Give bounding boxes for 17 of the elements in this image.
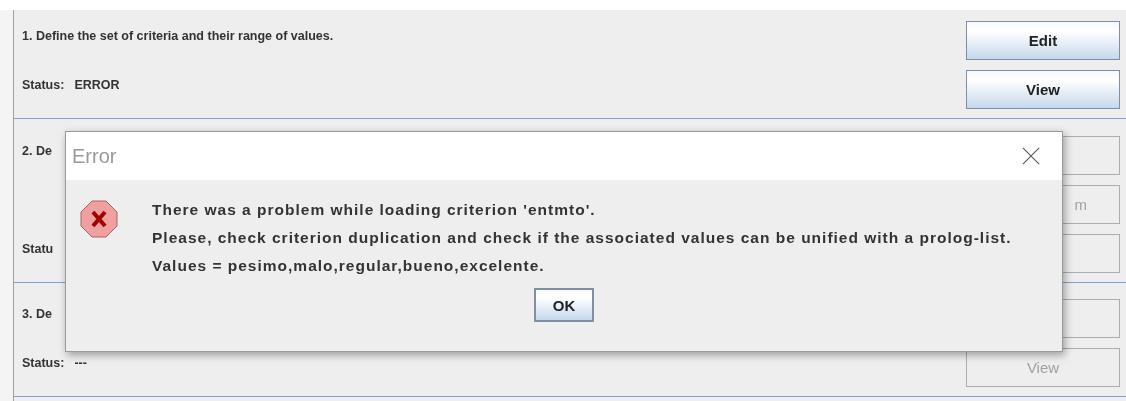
status-label: Statu <box>22 241 54 258</box>
message-text: Please, check criterion duplication and check if the associated values can be unified with a prolog-list. <box>152 228 1012 248</box>
close-icon[interactable] <box>1022 147 1040 165</box>
status-label: Status: <box>22 355 65 372</box>
message-text: Values = pesimo,malo,regular,bueno,excelente. <box>152 256 546 276</box>
step-title: 1. Define the set of criteria and their range of values. <box>22 28 334 45</box>
action-button[interactable]: View <box>966 70 1120 109</box>
status-value: --- <box>74 355 87 372</box>
status-value: ERROR <box>74 77 120 94</box>
message-text: There was a problem while loading criterion 'entmto'. <box>152 200 597 220</box>
error-icon <box>80 200 118 238</box>
status-label: Status: <box>22 77 65 94</box>
action-button[interactable]: Edit <box>966 21 1120 60</box>
ok-button[interactable]: OK <box>534 288 594 322</box>
step-title: 2. De <box>22 143 53 160</box>
step-title: 3. De <box>22 306 53 323</box>
dialog-title: Error <box>72 144 117 168</box>
